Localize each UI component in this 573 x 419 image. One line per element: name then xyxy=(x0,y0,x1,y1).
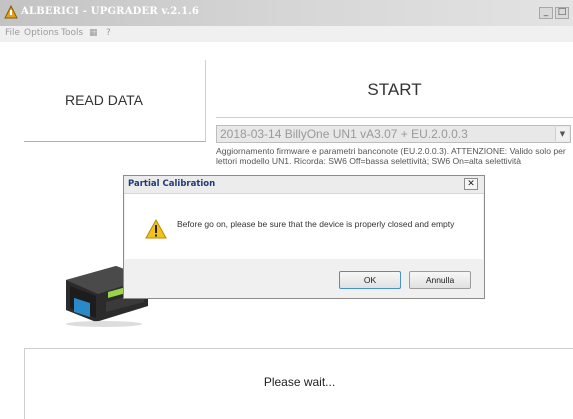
dialog-title: Partial Calibration xyxy=(128,179,216,189)
partial-calibration-dialog: Partial Calibration ✕ Before go on, plea… xyxy=(123,175,485,299)
dialog-body: Before go on, please be sure that the de… xyxy=(125,194,483,259)
dialog-message: Before go on, please be sure that the de… xyxy=(177,219,455,229)
read-data-button[interactable]: READ DATA xyxy=(24,60,206,142)
window-title: ALBERICI - UPGRADER v.2.1.6 xyxy=(21,6,200,17)
start-label: START xyxy=(367,80,422,99)
minimize-button[interactable]: _ xyxy=(539,7,553,19)
warning-icon xyxy=(145,219,167,239)
firmware-description: Aggiornamento firmware e parametri banco… xyxy=(216,146,566,166)
start-button[interactable]: START xyxy=(216,58,573,118)
firmware-select[interactable]: 2018-03-14 BillyOne UN1 vA3.07 + EU.2.0.… xyxy=(216,125,571,143)
menu-help[interactable]: ? xyxy=(106,28,111,38)
ok-button[interactable]: OK xyxy=(339,271,401,289)
chevron-down-icon[interactable]: ▼ xyxy=(555,127,569,141)
dialog-title-bar: Partial Calibration ✕ xyxy=(124,176,484,194)
menu-bar: File Options Tools ▦ ? xyxy=(0,26,573,42)
firmware-select-value: 2018-03-14 BillyOne UN1 vA3.07 + EU.2.0.… xyxy=(220,127,468,141)
status-panel: Please wait... xyxy=(24,348,573,419)
menu-file[interactable]: File xyxy=(5,28,20,38)
close-icon[interactable]: ✕ xyxy=(464,178,478,190)
read-data-label: READ DATA xyxy=(64,92,144,108)
menu-options[interactable]: Options xyxy=(24,28,59,38)
status-text: Please wait... xyxy=(263,375,336,389)
app-icon xyxy=(4,5,18,19)
title-bar: ALBERICI - UPGRADER v.2.1.6 _ □ xyxy=(0,0,573,26)
menu-grid-icon[interactable]: ▦ xyxy=(89,28,98,38)
maximize-button[interactable]: □ xyxy=(555,7,569,19)
menu-tools[interactable]: Tools xyxy=(61,28,83,38)
cancel-button[interactable]: Annulla xyxy=(409,271,471,289)
